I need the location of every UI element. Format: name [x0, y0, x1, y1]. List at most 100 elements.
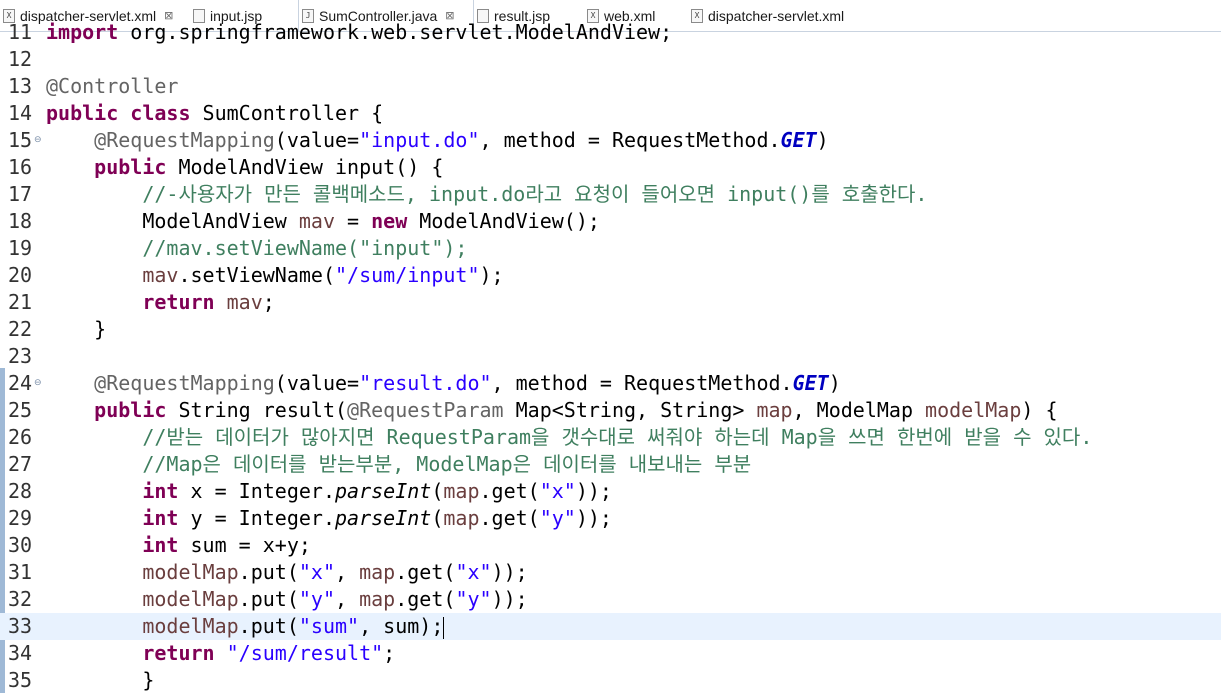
code-text: public String result(@RequestParam Map<S… — [46, 397, 1058, 424]
code-line[interactable]: 34 return "/sum/result"; — [0, 640, 1221, 667]
code-text: //-사용자가 만든 콜백메소드, input.do라고 요청이 들어오면 in… — [46, 181, 927, 208]
code-text: @RequestMapping(value="result.do", metho… — [46, 370, 841, 397]
code-line[interactable]: 27 //Map은 데이터를 받는부분, ModelMap은 데이터를 내보내는… — [0, 451, 1221, 478]
line-number: 33 — [8, 614, 33, 638]
code-token: "sum" — [298, 614, 360, 638]
code-line[interactable]: 29 int y = Integer.parseInt(map.get("y")… — [0, 505, 1221, 532]
code-line[interactable]: 14 public class SumController { — [0, 100, 1221, 127]
code-text: public class SumController { — [46, 100, 383, 127]
code-text: @Controller — [46, 73, 178, 100]
code-line[interactable]: 13 @Controller — [0, 73, 1221, 100]
code-line[interactable]: 32 modelMap.put("y", map.get("y")); — [0, 586, 1221, 613]
code-line[interactable]: 11 import org.springframework.web.servlet… — [0, 19, 1221, 46]
code-line[interactable]: 12 — [0, 46, 1221, 73]
code-line[interactable]: 23 — [0, 343, 1221, 370]
line-number: 23 — [8, 344, 33, 368]
line-number: 16 — [8, 155, 33, 179]
code-text: ModelAndView mav = new ModelAndView(); — [46, 208, 600, 235]
code-token: , sum); — [359, 614, 444, 638]
code-token: @Controller — [46, 74, 179, 98]
code-token: "result.do" — [359, 371, 492, 395]
line-number: 22 — [8, 317, 33, 341]
line-number: 19 — [8, 236, 33, 260]
code-line[interactable]: 19 //mav.setViewName("input"); — [0, 235, 1221, 262]
code-line[interactable]: 15 ⊖ @RequestMapping(value="input.do", me… — [0, 127, 1221, 154]
code-token: )); — [575, 479, 612, 503]
code-token: ModelAndView(); — [419, 209, 600, 233]
line-number: 28 — [8, 479, 33, 503]
code-token: .setViewName( — [178, 263, 335, 287]
code-line[interactable]: 25 public String result(@RequestParam Ma… — [0, 397, 1221, 424]
code-token: "x" — [539, 479, 576, 503]
line-number: 13 — [8, 74, 33, 98]
line-number: 15 — [8, 128, 33, 152]
code-line[interactable]: 21 return mav; — [0, 289, 1221, 316]
code-token: map — [359, 560, 396, 584]
code-text: int y = Integer.parseInt(map.get("y")); — [46, 505, 612, 532]
code-token: .put( — [238, 614, 299, 638]
line-number: 11 — [8, 20, 33, 44]
code-text: public ModelAndView input() { — [46, 154, 443, 181]
code-line[interactable]: 35 } — [0, 667, 1221, 694]
code-line[interactable]: 28 int x = Integer.parseInt(map.get("x")… — [0, 478, 1221, 505]
code-token: ModelAndView input() { — [178, 155, 444, 179]
code-text: modelMap.put("y", map.get("y")); — [46, 586, 527, 613]
code-token: "x" — [455, 560, 492, 584]
code-line[interactable]: 31 modelMap.put("x", map.get("x")); — [0, 559, 1221, 586]
line-number: 32 — [8, 587, 33, 611]
collapse-fold-icon[interactable]: ⊖ — [34, 370, 44, 397]
code-token: map — [359, 587, 396, 611]
code-token: modelMap — [142, 560, 239, 584]
code-text: return mav; — [46, 289, 274, 316]
code-token: @RequestMapping — [94, 128, 275, 152]
code-line[interactable]: 22 } — [0, 316, 1221, 343]
line-number: 14 — [8, 101, 33, 125]
code-token: ModelAndView — [46, 209, 299, 233]
code-line[interactable]: 17 //-사용자가 만든 콜백메소드, input.do라고 요청이 들어오면… — [0, 181, 1221, 208]
code-text: return "/sum/result"; — [46, 640, 395, 667]
current-code-line[interactable]: 33 modelMap.put("sum", sum); — [0, 613, 1221, 640]
code-token: , method = RequestMethod. — [491, 371, 793, 395]
code-token: @RequestMapping — [94, 371, 275, 395]
code-token: modelMap — [142, 587, 239, 611]
collapse-fold-icon[interactable]: ⊖ — [34, 127, 44, 154]
code-line[interactable]: 18 ModelAndView mav = new ModelAndView()… — [0, 208, 1221, 235]
code-token: .get( — [395, 587, 456, 611]
code-token: String result( — [178, 398, 348, 422]
code-line[interactable]: 26 //받는 데이터가 많아지면 RequestParam을 갯수대로 써줘야… — [0, 424, 1221, 451]
code-line[interactable]: 16 public ModelAndView input() { — [0, 154, 1221, 181]
code-token: parseInt — [335, 506, 432, 530]
text-cursor — [443, 616, 445, 639]
code-line[interactable]: 30 int sum = x+y; — [0, 532, 1221, 559]
code-text: } — [46, 667, 154, 694]
code-token: modelMap — [925, 398, 1022, 422]
code-line[interactable]: 20 mav.setViewName("/sum/input"); — [0, 262, 1221, 289]
line-number: 25 — [8, 398, 33, 422]
line-number: 35 — [8, 668, 33, 692]
code-token: mav — [298, 209, 335, 233]
line-number: 29 — [8, 506, 33, 530]
code-editor[interactable]: 11 import org.springframework.web.servlet… — [0, 20, 1221, 694]
code-token: int — [142, 479, 191, 503]
code-token: //받는 데이터가 많아지면 RequestParam을 갯수대로 써줘야 하는… — [142, 425, 1093, 449]
code-token: GET — [780, 128, 817, 152]
code-line[interactable]: 24 ⊖ @RequestMapping(value="result.do", m… — [0, 370, 1221, 397]
code-token: "/sum/input" — [335, 263, 480, 287]
code-token: ) — [828, 371, 841, 395]
code-token: class — [130, 101, 203, 125]
code-token: "y" — [539, 506, 576, 530]
code-token: , method = RequestMethod. — [479, 128, 781, 152]
code-token: mav — [226, 290, 263, 314]
code-token: "y" — [455, 587, 492, 611]
code-token: //-사용자가 만든 콜백메소드, input.do라고 요청이 들어오면 in… — [142, 182, 928, 206]
code-token: ) { — [1021, 398, 1058, 422]
